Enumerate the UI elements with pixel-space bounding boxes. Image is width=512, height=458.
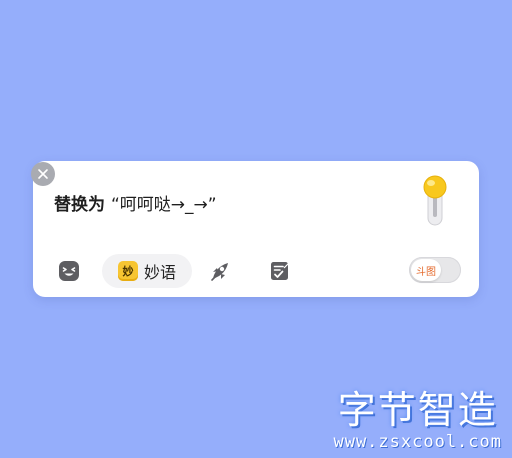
miaoyu-label: 妙语 bbox=[144, 263, 177, 282]
watermark-title: 字节智造 bbox=[337, 388, 498, 432]
checklist-edit-icon bbox=[271, 262, 289, 280]
toolbar: 妙 妙语 斗图 bbox=[33, 253, 479, 289]
doutu-knob: 斗图 bbox=[411, 259, 441, 281]
watermark: 字节智造 www.zsxcool.com bbox=[333, 388, 502, 452]
replace-label: 替换为 bbox=[54, 195, 105, 215]
edit-check-button[interactable] bbox=[266, 257, 294, 285]
replace-text-line[interactable]: 替换为 “呵呵哒→_→” bbox=[54, 190, 217, 215]
doutu-toggle[interactable]: 斗图 bbox=[409, 257, 461, 283]
smiley-face-icon bbox=[59, 261, 79, 281]
miaoyu-badge-icon: 妙 bbox=[118, 261, 138, 281]
miaoyu-button[interactable]: 妙 妙语 bbox=[102, 254, 192, 288]
suggestion-card: 替换为 “呵呵哒→_→” 妙 妙语 斗图 bbox=[33, 161, 479, 297]
replace-value: “呵呵哒→_→” bbox=[111, 195, 217, 215]
rocket-button[interactable] bbox=[207, 257, 235, 285]
lightbulb-toggle[interactable] bbox=[420, 175, 450, 227]
emoji-button[interactable] bbox=[55, 257, 83, 285]
close-button[interactable] bbox=[31, 162, 55, 186]
watermark-url: www.zsxcool.com bbox=[333, 432, 502, 452]
rocket-icon bbox=[211, 263, 228, 281]
lightbulb-toggle-icon bbox=[423, 175, 447, 226]
close-icon bbox=[38, 169, 48, 179]
